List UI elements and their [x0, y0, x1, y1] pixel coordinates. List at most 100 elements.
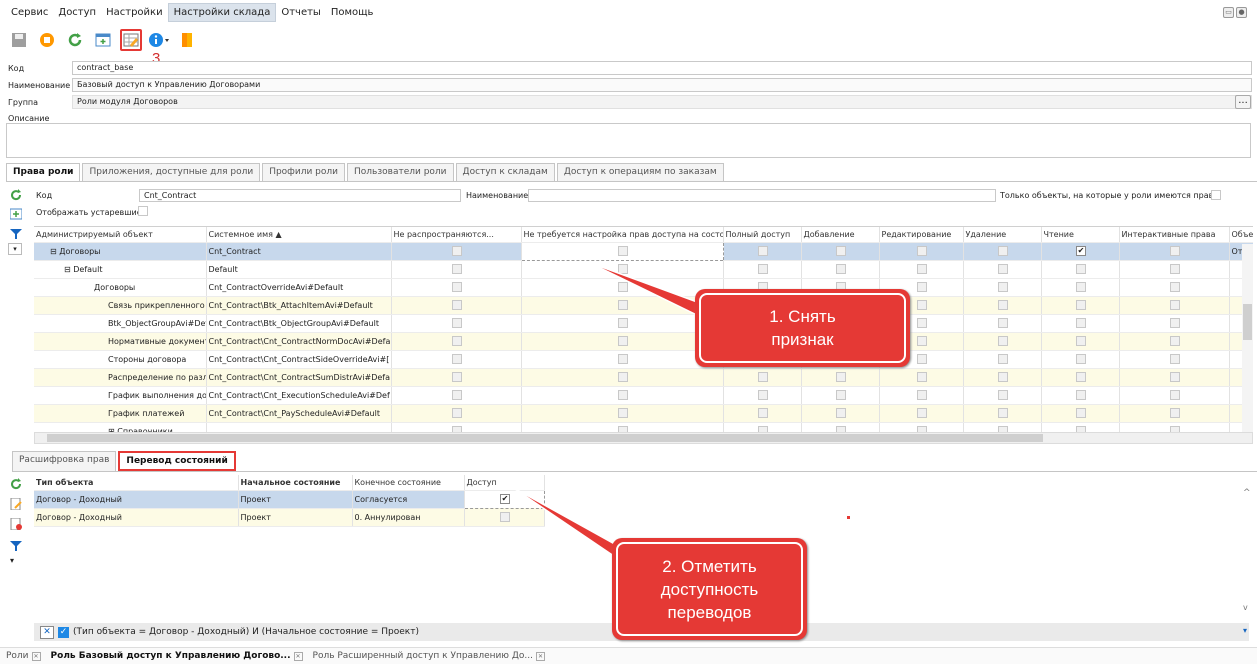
cell-system-name[interactable]: Cnt_Contract\Btk_AttachItemAvi#Default: [206, 296, 392, 315]
cell-checkbox[interactable]: [1041, 386, 1120, 405]
right-checkbox[interactable]: [618, 264, 628, 274]
cell-checkbox[interactable]: [723, 386, 802, 405]
right-checkbox[interactable]: [836, 246, 846, 256]
cell-admin-object[interactable]: Связь прикрепленного: [34, 296, 207, 315]
right-checkbox[interactable]: [917, 300, 927, 310]
refresh-icon[interactable]: [64, 29, 86, 51]
cell-checkbox[interactable]: [963, 314, 1042, 333]
cell-checkbox[interactable]: [521, 260, 724, 279]
right-checkbox[interactable]: [836, 408, 846, 418]
right-checkbox[interactable]: [758, 246, 768, 256]
scroll-down-icon[interactable]: v: [1243, 603, 1248, 612]
right-checkbox[interactable]: [452, 336, 462, 346]
col-access[interactable]: Доступ: [464, 475, 545, 491]
right-checkbox[interactable]: [1170, 390, 1180, 400]
right-checkbox[interactable]: [998, 372, 1008, 382]
filter-icon[interactable]: [10, 228, 22, 240]
right-checkbox[interactable]: [618, 372, 628, 382]
cell-checkbox[interactable]: [521, 350, 724, 369]
cell-checkbox[interactable]: [1041, 404, 1120, 423]
only-with-rights-checkbox[interactable]: [1211, 190, 1221, 200]
right-checkbox[interactable]: [1170, 264, 1180, 274]
right-checkbox[interactable]: [1076, 390, 1086, 400]
filter-name-input[interactable]: [528, 189, 996, 202]
cell-checkbox[interactable]: [1041, 314, 1120, 333]
right-checkbox[interactable]: [1076, 408, 1086, 418]
cell-checkbox[interactable]: [391, 296, 522, 315]
right-checkbox[interactable]: [452, 372, 462, 382]
col-no-state-config[interactable]: Не требуется настройка прав доступа на с…: [521, 227, 724, 243]
cell-admin-object[interactable]: Нормативные документ: [34, 332, 207, 351]
cell-checkbox[interactable]: [963, 368, 1042, 387]
chevron-down-icon[interactable]: ▾: [10, 556, 14, 565]
right-checkbox[interactable]: [618, 336, 628, 346]
right-checkbox[interactable]: [998, 354, 1008, 364]
cell-checkbox[interactable]: [963, 404, 1042, 423]
col-object-rights[interactable]: Объектные пр: [1229, 227, 1253, 243]
doc-tab-extended-role[interactable]: Роль Расширенный доступ к Управлению До.…: [313, 651, 545, 661]
cell-admin-object[interactable]: ⊞ Справочники: [34, 422, 207, 432]
cell-system-name[interactable]: Cnt_Contract\Cnt_ExecutionScheduleAvi#De…: [206, 386, 392, 405]
cell-checkbox[interactable]: [391, 242, 522, 261]
table-row[interactable]: ⊟ Default Default: [34, 260, 1253, 279]
right-checkbox[interactable]: [1076, 318, 1086, 328]
tab-warehouse-access[interactable]: Доступ к складам: [455, 163, 555, 181]
cell-checkbox[interactable]: [1041, 422, 1120, 432]
info-icon[interactable]: [148, 29, 170, 51]
refresh-icon[interactable]: [10, 189, 22, 201]
right-checkbox[interactable]: [452, 300, 462, 310]
doc-tab-basic-role[interactable]: Роль Базовый доступ к Управлению Догово.…: [51, 651, 303, 661]
right-checkbox[interactable]: [917, 354, 927, 364]
group-field[interactable]: Роли модуля Договоров: [72, 95, 1252, 109]
cell-system-name[interactable]: Cnt_Contract\Cnt_ContractSumDistrAvi#Def…: [206, 368, 392, 387]
cell-checkbox[interactable]: [879, 368, 964, 387]
cell-checkbox[interactable]: [801, 368, 880, 387]
cell-checkbox[interactable]: [801, 386, 880, 405]
show-obsolete-checkbox[interactable]: [138, 206, 148, 216]
cell-checkbox[interactable]: [1119, 368, 1230, 387]
right-checkbox[interactable]: [1170, 408, 1180, 418]
description-field[interactable]: [6, 123, 1251, 158]
right-checkbox[interactable]: [917, 318, 927, 328]
right-checkbox[interactable]: [452, 264, 462, 274]
group-more-button[interactable]: ...: [1235, 95, 1251, 109]
cell-checkbox[interactable]: [723, 404, 802, 423]
cell-checkbox[interactable]: [1119, 242, 1230, 261]
tab-state-transitions[interactable]: Перевод состояний: [118, 451, 236, 471]
cell-checkbox[interactable]: [521, 422, 724, 432]
cell-object-type[interactable]: Договор - Доходный: [34, 508, 239, 527]
cell-checkbox[interactable]: [723, 422, 802, 432]
cell-start-state[interactable]: Проект: [238, 490, 353, 509]
cell-checkbox[interactable]: [521, 296, 724, 315]
right-checkbox[interactable]: [1076, 264, 1086, 274]
col-start-state[interactable]: Начальное состояние: [238, 475, 353, 491]
col-not-extend[interactable]: Не распространяются...: [391, 227, 522, 243]
cell-access[interactable]: [464, 508, 545, 527]
right-checkbox[interactable]: [998, 246, 1008, 256]
cell-checkbox[interactable]: [391, 260, 522, 279]
cell-admin-object[interactable]: Договоры: [34, 278, 207, 297]
right-checkbox[interactable]: [1170, 282, 1180, 292]
close-icon[interactable]: ✕: [31, 651, 41, 661]
filter-enabled-checkbox[interactable]: ✓: [58, 626, 69, 638]
filter-dropdown-icon[interactable]: ▾: [1243, 626, 1247, 635]
right-checkbox[interactable]: [998, 318, 1008, 328]
cell-checkbox[interactable]: [879, 386, 964, 405]
cell-start-state[interactable]: Проект: [238, 508, 353, 527]
cell-checkbox[interactable]: [521, 404, 724, 423]
cell-checkbox[interactable]: [1119, 386, 1230, 405]
right-checkbox[interactable]: [1076, 372, 1086, 382]
cell-checkbox[interactable]: [521, 332, 724, 351]
cell-admin-object[interactable]: График платежей: [34, 404, 207, 423]
edit-table-icon[interactable]: [120, 29, 142, 51]
table-row[interactable]: График платежей Cnt_Contract\Cnt_PaySched…: [34, 404, 1253, 423]
right-checkbox[interactable]: [836, 264, 846, 274]
menu-help[interactable]: Помощь: [326, 4, 379, 21]
tab-role-profiles[interactable]: Профили роли: [262, 163, 346, 181]
tab-role-apps[interactable]: Приложения, доступные для роли: [82, 163, 261, 181]
cell-checkbox[interactable]: [963, 242, 1042, 261]
code-field[interactable]: contract_base: [72, 61, 1252, 75]
menu-settings[interactable]: Настройки: [101, 4, 167, 21]
refresh-icon[interactable]: [10, 478, 22, 490]
right-checkbox[interactable]: [998, 390, 1008, 400]
